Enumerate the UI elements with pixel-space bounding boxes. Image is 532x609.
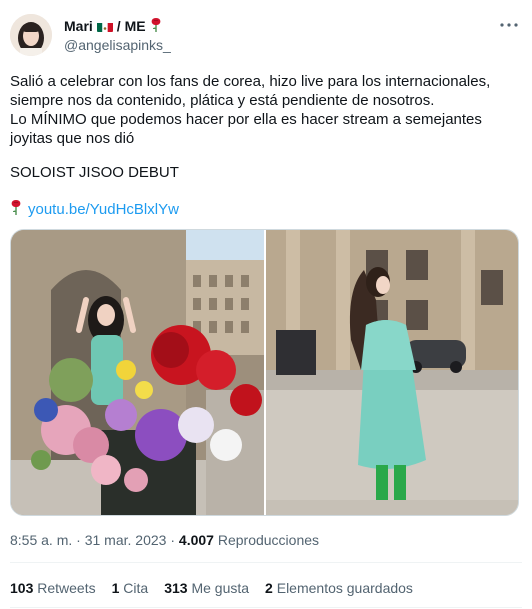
- tweet-text-line: siempre nos da contenido, plática y está…: [10, 92, 435, 109]
- tweet-time[interactable]: 8:55 a. m.: [10, 532, 72, 548]
- divider: [10, 607, 522, 608]
- photo-right-dress[interactable]: [265, 230, 518, 515]
- bookmarks-label: Elementos guardados: [276, 580, 413, 596]
- tweet-text-line: Lo MÍNIMO que podemos hacer por ella es …: [10, 111, 482, 128]
- views-label: Reproducciones: [217, 532, 320, 548]
- likes-label: Me gusta: [191, 580, 250, 596]
- meta-separator: ·: [170, 532, 176, 548]
- rose-icon: [150, 17, 162, 35]
- engagement-stats: 103 Retweets 1 Cita 313 Me gusta 2 Eleme…: [10, 580, 413, 596]
- bookmarks-count: 2: [265, 580, 273, 596]
- tweet-text-line: Salió a celebrar con los fans de corea, …: [10, 73, 491, 90]
- youtube-link[interactable]: youtu.be/YudHcBlxlYw: [28, 201, 179, 218]
- retweets-label: Retweets: [37, 580, 96, 596]
- likes-stat[interactable]: 313 Me gusta: [164, 580, 249, 596]
- tweet-meta: 8:55 a. m. · 31 mar. 2023 · 4.007 Reprod…: [10, 532, 319, 548]
- quotes-stat[interactable]: 1 Cita: [112, 580, 149, 596]
- more-button[interactable]: [498, 17, 520, 33]
- author-name-row[interactable]: Mari / ME: [64, 17, 162, 35]
- tweet-text: Salió a celebrar con los fans de corea, …: [10, 72, 522, 148]
- link-row: youtu.be/YudHcBlxlYw: [10, 199, 179, 219]
- tweet: Mari / ME @angelisapinks_ Salió a celebr…: [0, 0, 532, 609]
- divider: [10, 562, 522, 563]
- quotes-count: 1: [111, 580, 120, 596]
- photo-left-flowers[interactable]: [11, 230, 264, 515]
- meta-separator: ·: [76, 532, 81, 548]
- more-icon: [500, 23, 518, 27]
- avatar[interactable]: [10, 14, 52, 56]
- author-handle[interactable]: @angelisapinks_: [64, 37, 171, 53]
- media-grid: [10, 229, 519, 516]
- rose-icon: [10, 199, 22, 219]
- tweet-date[interactable]: 31 mar. 2023: [85, 532, 167, 548]
- tweet-soloist-line: SOLOIST JISOO DEBUT: [10, 164, 179, 181]
- likes-count: 313: [164, 580, 188, 596]
- author-name-suffix: / ME: [116, 18, 146, 34]
- tweet-text-line: joyitas que nos dió: [10, 130, 135, 147]
- quotes-label: Cita: [123, 580, 149, 596]
- views-count: 4.007: [178, 532, 214, 548]
- mexico-flag-icon: [96, 21, 113, 32]
- author-display-name[interactable]: Mari: [64, 18, 93, 34]
- retweets-count: 103: [10, 580, 34, 596]
- bookmarks-stat[interactable]: 2 Elementos guardados: [265, 580, 413, 596]
- retweets-stat[interactable]: 103 Retweets: [10, 580, 96, 596]
